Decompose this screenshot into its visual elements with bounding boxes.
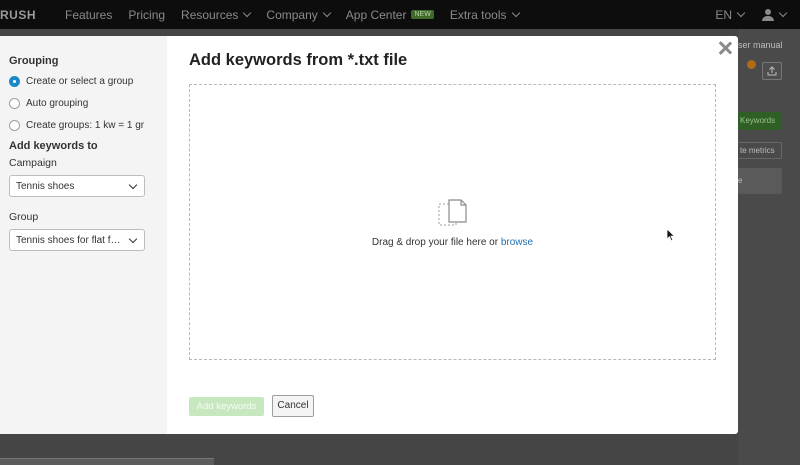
nav-resources-label: Resources (181, 7, 239, 22)
update-metrics-button[interactable]: te metrics (738, 142, 782, 159)
close-icon[interactable] (718, 41, 732, 55)
chevron-down-icon (243, 8, 252, 17)
campaign-value: Tennis shoes (16, 180, 75, 192)
dropzone-instructions: Drag & drop your file here or browse (190, 237, 715, 248)
drop-text: Drag & drop your file here or (371, 237, 501, 248)
logo: RUSH (0, 7, 37, 22)
nav-company-label: Company (266, 7, 318, 22)
notification-dot (747, 60, 756, 69)
chevron-down-icon (511, 8, 520, 17)
nav-app-center-label: App Center (345, 7, 407, 22)
nav-features[interactable]: Features (65, 8, 112, 22)
upload-icon (767, 66, 777, 76)
user-icon (762, 8, 774, 21)
nav-company[interactable]: Company (266, 7, 332, 22)
file-icon (438, 199, 467, 226)
background-right-column (738, 29, 800, 465)
grouping-option-create-select[interactable]: Create or select a group (9, 74, 167, 88)
nav-extra-tools[interactable]: Extra tools (449, 7, 520, 22)
user-menu[interactable] (762, 8, 788, 21)
add-to-section: Add keywords to Campaign Tennis shoes Gr… (9, 140, 167, 251)
campaign-label: Campaign (9, 157, 57, 169)
group-label: Group (9, 211, 39, 223)
add-to-heading: Add keywords to (9, 140, 98, 152)
radio-icon[interactable] (9, 97, 20, 109)
nav-features-label: Features (65, 7, 113, 22)
file-dropzone[interactable]: Drag & drop your file here or browse (189, 84, 716, 360)
language-label: EN (715, 7, 732, 22)
add-keywords-background-button[interactable]: Keywords (738, 112, 782, 130)
group-select[interactable]: Tennis shoes for flat feet (9, 229, 145, 251)
grouping-option-label: Auto grouping (26, 97, 89, 109)
add-keywords-modal: Add keywords from *.txt file Drag & drop… (167, 36, 738, 434)
nav-pricing-label: Pricing (128, 7, 166, 22)
top-navigation: RUSH Features Pricing Resources Company … (0, 0, 800, 29)
chevron-down-icon (128, 180, 138, 190)
radio-checked-icon[interactable] (9, 75, 20, 87)
nav-app-center[interactable]: App Center NEW (346, 8, 434, 22)
group-value: Tennis shoes for flat feet (16, 234, 124, 246)
chevron-down-icon (736, 8, 746, 17)
nav-pricing[interactable]: Pricing (128, 8, 165, 22)
chevron-down-icon (128, 234, 138, 244)
modal-title: Add keywords from *.txt file (189, 51, 408, 69)
user-manual-link[interactable]: ser manual (738, 40, 783, 50)
grouping-option-label: Create groups: 1 kw = 1 gr (26, 119, 145, 131)
grouping-heading: Grouping (9, 55, 59, 67)
grouping-settings-panel: Grouping Create or select a group Auto g… (0, 36, 167, 434)
export-button[interactable] (762, 62, 782, 80)
cancel-button[interactable]: Cancel (272, 395, 314, 417)
browse-link[interactable]: browse (501, 237, 533, 248)
nav-resources[interactable]: Resources (181, 7, 252, 22)
radio-icon[interactable] (9, 119, 20, 131)
add-keywords-button[interactable]: Add keywords (189, 397, 264, 416)
campaign-select[interactable]: Tennis shoes (9, 175, 145, 197)
chevron-down-icon (322, 8, 332, 17)
mouse-cursor-icon (666, 228, 676, 242)
chevron-down-icon (778, 8, 788, 17)
grouping-option-one-per-group[interactable]: Create groups: 1 kw = 1 gr (9, 118, 167, 132)
nav-right: EN (715, 0, 788, 29)
nav-extra-tools-label: Extra tools (449, 7, 507, 22)
grouping-option-label: Create or select a group (26, 75, 134, 87)
language-selector[interactable]: EN (715, 7, 746, 22)
background-scrollbar[interactable] (0, 458, 214, 465)
background-panel: e (738, 168, 782, 194)
new-badge: NEW (411, 10, 434, 19)
grouping-option-auto[interactable]: Auto grouping (9, 96, 167, 110)
